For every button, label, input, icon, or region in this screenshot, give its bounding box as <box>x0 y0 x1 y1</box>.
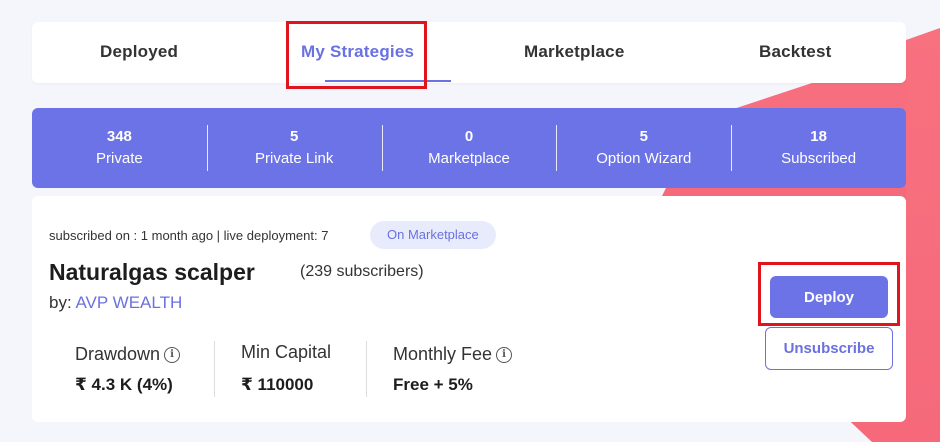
strategy-author: by: AVP WEALTH <box>49 293 182 313</box>
stat-value: 18 <box>810 128 827 145</box>
stat-private[interactable]: 348 Private <box>32 108 207 188</box>
tab-marketplace[interactable]: Marketplace <box>524 42 624 62</box>
stat-value: 5 <box>639 128 648 145</box>
info-icon[interactable]: i <box>164 346 181 363</box>
marketplace-badge: On Marketplace <box>370 221 496 249</box>
active-tab-underline <box>325 80 451 82</box>
tab-my-strategies[interactable]: My Strategies <box>301 42 414 62</box>
metric-divider <box>214 341 215 397</box>
metric-min-capital: Min Capital ₹ 110000 <box>241 342 331 395</box>
stat-value: 0 <box>464 128 474 145</box>
info-icon[interactable]: i <box>496 346 513 363</box>
stat-subscribed[interactable]: 18 Subscribed <box>731 108 906 188</box>
stat-label: Private Link <box>255 150 334 167</box>
stat-label: Marketplace <box>428 150 510 167</box>
author-prefix: by: <box>49 293 72 312</box>
metric-drawdown: Drawdown i ₹ 4.3 K (4%) <box>75 344 181 395</box>
metric-label: Monthly Fee <box>393 344 493 364</box>
metric-divider <box>366 341 367 397</box>
stat-option-wizard[interactable]: 5 Option Wizard <box>556 108 731 188</box>
metric-value: ₹ 110000 <box>241 375 314 394</box>
unsubscribe-button[interactable]: Unsubscribe <box>765 327 893 370</box>
strategy-title[interactable]: Naturalgas scalper <box>49 259 255 286</box>
stat-label: Option Wizard <box>596 150 692 167</box>
stat-value: 348 <box>106 128 132 145</box>
stat-private-link[interactable]: 5 Private Link <box>206 108 382 188</box>
metric-label: Min Capital <box>241 342 332 362</box>
strategy-card: subscribed on : 1 month ago | live deplo… <box>32 196 906 422</box>
deploy-button[interactable]: Deploy <box>770 276 888 318</box>
subscription-meta: subscribed on : 1 month ago | live deplo… <box>49 228 329 243</box>
stat-label: Subscribed <box>781 150 857 167</box>
strategy-stats-bar: 348 Private 5 Private Link 0 Marketplace… <box>32 108 906 188</box>
metric-label: Drawdown <box>75 344 161 364</box>
author-link[interactable]: AVP WEALTH <box>75 293 182 312</box>
metric-value: ₹ 4.3 K (4%) <box>75 375 173 394</box>
metric-value: Free + 5% <box>393 375 473 394</box>
stat-marketplace[interactable]: 0 Marketplace <box>381 108 557 188</box>
subscriber-count: (239 subscribers) <box>300 263 424 280</box>
stat-label: Private <box>96 150 143 167</box>
strategy-tabs: Deployed My Strategies Marketplace Backt… <box>32 22 906 83</box>
stat-value: 5 <box>290 128 299 145</box>
metric-monthly-fee: Monthly Fee i Free + 5% <box>393 344 513 395</box>
tab-backtest[interactable]: Backtest <box>759 42 831 62</box>
tab-deployed[interactable]: Deployed <box>100 42 178 62</box>
